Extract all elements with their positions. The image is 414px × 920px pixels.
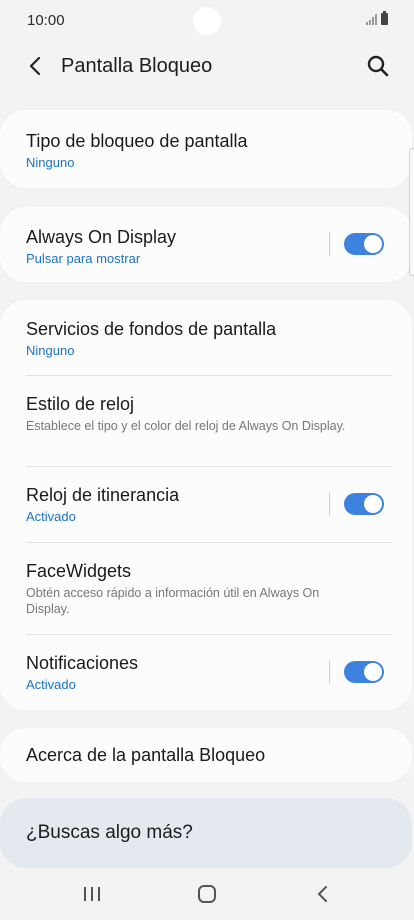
notifications-item[interactable]: Notificaciones Activado bbox=[0, 635, 412, 710]
facewidgets-title: FaceWidgets bbox=[26, 561, 132, 581]
about-item[interactable]: Acerca de la pantalla Bloqueo bbox=[0, 728, 412, 766]
roaming-clock-value: Activado bbox=[26, 509, 76, 524]
status-icons bbox=[366, 11, 388, 25]
clock-style-description: Establece el tipo y el color del reloj d… bbox=[26, 419, 346, 433]
notifications-title: Notificaciones bbox=[26, 653, 139, 673]
lock-type-title: Tipo de bloqueo de pantalla bbox=[26, 131, 248, 151]
back-arrow-icon[interactable] bbox=[22, 52, 50, 80]
always-on-value: Pulsar para mostrar bbox=[26, 251, 141, 266]
settings-card: Servicios de fondos de pantalla Ninguno … bbox=[0, 300, 412, 710]
notifications-toggle[interactable] bbox=[344, 661, 384, 683]
lock-type-value: Ninguno bbox=[26, 155, 75, 170]
battery-icon bbox=[381, 11, 388, 25]
back-icon[interactable] bbox=[313, 884, 333, 904]
clock-style-item[interactable]: Estilo de reloj Establece el tipo y el c… bbox=[0, 376, 412, 467]
notifications-value: Activado bbox=[26, 677, 76, 692]
looking-for-card: ¿Buscas algo más? bbox=[0, 798, 412, 868]
clock-style-title: Estilo de reloj bbox=[26, 394, 135, 414]
page-title: Pantalla Bloqueo bbox=[61, 55, 213, 77]
wallpaper-services-value: Ninguno bbox=[26, 343, 75, 358]
scrollbar[interactable] bbox=[409, 148, 414, 276]
toggle-divider bbox=[329, 492, 330, 516]
home-icon[interactable] bbox=[197, 884, 217, 904]
about-card: Acerca de la pantalla Bloqueo bbox=[0, 728, 412, 782]
always-on-title: Always On Display bbox=[26, 227, 177, 247]
recents-icon[interactable] bbox=[82, 886, 102, 902]
roaming-clock-item[interactable]: Reloj de itinerancia Activado bbox=[0, 467, 412, 543]
toggle-divider bbox=[329, 660, 330, 684]
always-on-toggle[interactable] bbox=[344, 233, 384, 255]
wallpaper-services-title: Servicios de fondos de pantalla bbox=[26, 319, 277, 339]
about-title: Acerca de la pantalla Bloqueo bbox=[26, 745, 266, 765]
roaming-clock-title: Reloj de itinerancia bbox=[26, 485, 180, 505]
looking-for-title: ¿Buscas algo más? bbox=[26, 822, 193, 843]
roaming-clock-toggle[interactable] bbox=[344, 493, 384, 515]
status-bar: 10:00 bbox=[0, 0, 414, 42]
facewidgets-item[interactable]: FaceWidgets Obtén acceso rápido a inform… bbox=[0, 543, 412, 635]
always-on-card: Always On Display Pulsar para mostrar bbox=[0, 207, 412, 282]
toggle-divider bbox=[329, 232, 330, 256]
signal-icon bbox=[366, 13, 377, 25]
wallpaper-services-item[interactable]: Servicios de fondos de pantalla Ninguno bbox=[0, 300, 412, 376]
always-on-item[interactable]: Always On Display Pulsar para mostrar bbox=[0, 207, 412, 282]
search-icon[interactable] bbox=[364, 52, 392, 80]
navigation-bar bbox=[0, 868, 414, 920]
app-header: Pantalla Bloqueo bbox=[0, 44, 414, 90]
status-time: 10:00 bbox=[27, 12, 65, 29]
camera-cutout bbox=[193, 7, 221, 35]
facewidgets-description: Obtén acceso rápido a información útil e… bbox=[26, 586, 320, 616]
lock-type-item[interactable]: Tipo de bloqueo de pantalla Ninguno bbox=[0, 110, 412, 172]
lock-type-card: Tipo de bloqueo de pantalla Ninguno bbox=[0, 110, 412, 188]
